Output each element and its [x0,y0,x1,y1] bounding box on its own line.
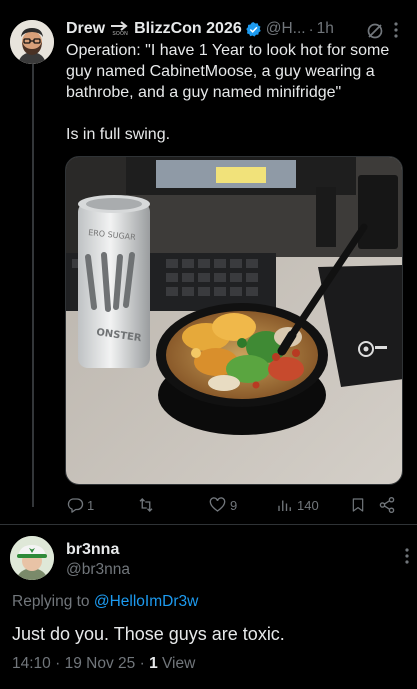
post-header: Drew SOON BlizzCon 2026 @H... · 1h [66,18,406,40]
reply-author-handle[interactable]: @br3nna [66,560,130,580]
post-time[interactable]: 1h [317,20,334,38]
badge-caption: SOON [112,31,128,37]
author-name[interactable]: Drew [66,20,105,38]
post-text-paragraph-1: Operation: "I have 1 Year to look hot fo… [66,42,390,101]
post-actions-bar: 1 9 140 [66,496,402,516]
repost-icon [139,498,153,512]
repost-button[interactable] [136,496,159,514]
reply-button[interactable]: 1 [66,496,94,514]
more-options-icon[interactable] [394,22,398,43]
meta-separator: · [139,655,145,672]
like-count: 9 [230,497,238,513]
reply-icon [67,498,84,513]
reply-views-label: View [162,655,196,672]
reply-header: br3nna @br3nna [66,540,130,580]
verified-badge-icon [245,21,262,38]
bookmark-icon [352,498,364,512]
author-avatar[interactable] [10,20,54,64]
reply-more-options-icon[interactable] [405,548,409,569]
replying-to: Replying to @HelloImDr3w [12,593,198,611]
separator-dot: · [308,20,314,38]
views-button[interactable]: 140 [276,496,319,514]
thread-connector-line [32,64,34,507]
author-handle[interactable]: @H... [266,20,306,38]
cap-person-avatar-icon [10,536,54,580]
replying-to-handle-link[interactable]: @HelloImDr3w [94,593,198,610]
reply-author-name[interactable]: br3nna [66,540,130,560]
share-button[interactable] [378,496,396,514]
reply-views-count: 1 [149,655,158,672]
post-text-paragraph-2: Is in full swing. [66,126,171,143]
reply-date[interactable]: 19 Nov 25 [65,655,136,672]
reply-author-avatar[interactable] [10,536,54,580]
grok-icon[interactable] [366,22,384,45]
reply-count: 1 [87,497,95,513]
share-icon [379,496,395,514]
salad-desk-photo: ERO SUGAR ONSTER [66,157,402,484]
reply-text: Just do you. Those guys are toxic. [12,624,285,644]
bearded-man-avatar-icon [10,20,54,64]
bookmark-button[interactable] [350,496,366,514]
post-image[interactable]: ERO SUGAR ONSTER [65,156,403,485]
right-arrow-icon [111,21,128,31]
reply-metadata: 14:10 · 19 Nov 25 · 1 View [12,655,195,673]
like-button[interactable]: 9 [208,496,237,514]
reply-time[interactable]: 14:10 [12,655,51,672]
author-name-2[interactable]: BlizzCon 2026 [134,20,242,38]
post-text: Operation: "I have 1 Year to look hot fo… [66,40,406,145]
arrow-badge: SOON [110,21,130,37]
replying-prefix: Replying to [12,593,94,610]
views-chart-icon [278,500,291,511]
divider [0,524,417,525]
views-count: 140 [297,497,319,513]
meta-separator: · [55,655,61,672]
heart-icon [209,497,226,512]
post-body: Drew SOON BlizzCon 2026 @H... · 1h Opera [66,18,406,145]
